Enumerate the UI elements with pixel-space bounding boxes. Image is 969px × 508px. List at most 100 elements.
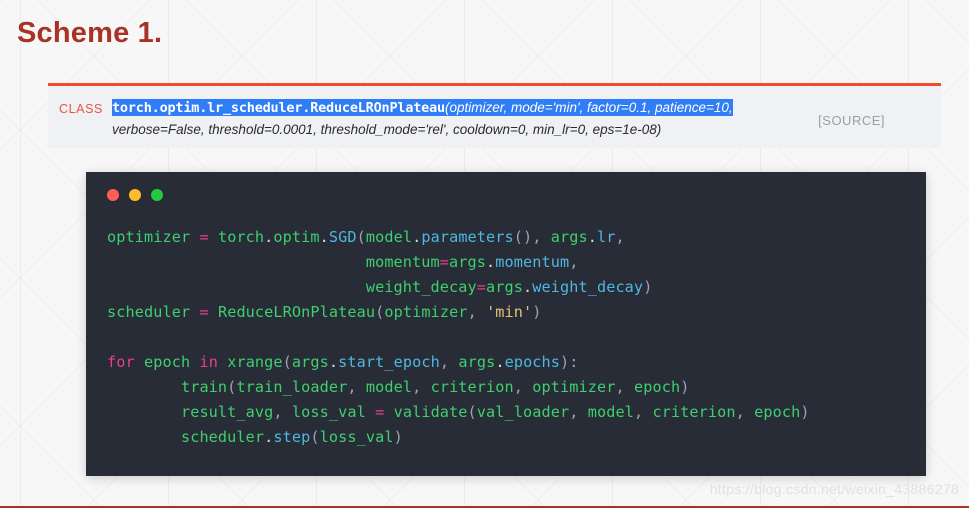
- code-token: (: [467, 403, 477, 421]
- code-token: ): [532, 303, 542, 321]
- code-token: =: [476, 278, 487, 296]
- signature-qualified-name: torch.optim.lr_scheduler.ReduceLROnPlate…: [112, 100, 445, 116]
- code-token: .: [495, 353, 505, 371]
- close-icon[interactable]: [107, 189, 119, 201]
- code-token: epochs: [504, 353, 561, 371]
- code-token: optim: [273, 228, 320, 246]
- api-signature-text: torch.optim.lr_scheduler.ReduceLROnPlate…: [112, 97, 821, 141]
- code-token: (: [310, 428, 320, 446]
- code-token: args: [291, 353, 329, 371]
- code-token: =: [439, 253, 450, 271]
- code-token: model: [365, 228, 413, 246]
- code-token: model: [587, 403, 634, 421]
- code-token: optimizer: [107, 228, 191, 246]
- code-token: ,: [615, 378, 634, 396]
- code-token: ,: [615, 228, 625, 246]
- page-title: Scheme 1.: [17, 17, 163, 49]
- code-token: .: [328, 353, 339, 371]
- signature-line-1-params: (optimizer, mode='min', factor=0.1, pati…: [444, 100, 733, 115]
- code-token: optimizer: [532, 378, 616, 396]
- watermark: https://blog.csdn.net/weixin_43886278: [709, 481, 959, 497]
- code-token: ,: [347, 378, 366, 396]
- code-token: momentum: [495, 253, 570, 271]
- slide-canvas: Scheme 1. CLASS torch.optim.lr_scheduler…: [0, 0, 969, 508]
- code-token: xrange: [227, 353, 283, 371]
- code-token: result_avg: [180, 403, 274, 421]
- code-token: args: [449, 253, 487, 271]
- code-block[interactable]: optimizer = torch.optim.SGD(model.parame…: [107, 225, 916, 450]
- code-token: (: [356, 228, 366, 246]
- code-token: ,: [412, 378, 431, 396]
- code-token: epoch: [143, 353, 191, 371]
- code-token: ,: [273, 403, 292, 421]
- code-token: ,: [633, 403, 653, 421]
- code-line: optimizer = torch.optim.SGD(model.parame…: [107, 225, 916, 250]
- api-signature-block: CLASS torch.optim.lr_scheduler.ReduceLRO…: [48, 83, 941, 148]
- code-token: ,: [467, 303, 487, 321]
- code-token: =: [375, 403, 385, 421]
- code-token: optimizer: [384, 303, 468, 321]
- code-token: .: [486, 253, 496, 271]
- code-token: =: [199, 228, 209, 246]
- code-token: weight_decay: [365, 278, 477, 296]
- code-token: .: [587, 228, 597, 246]
- code-token: train: [180, 378, 228, 396]
- code-token: ,: [513, 378, 533, 396]
- code-token: ): [643, 278, 653, 296]
- code-line: weight_decay=args.weight_decay): [107, 275, 916, 300]
- code-token: lr: [597, 228, 616, 246]
- maximize-icon[interactable]: [151, 189, 163, 201]
- code-token: parameters: [421, 228, 514, 246]
- code-token: for: [107, 353, 135, 371]
- code-token: args: [486, 278, 523, 296]
- signature-selection-highlight: torch.optim.lr_scheduler.ReduceLROnPlate…: [112, 99, 733, 116]
- code-token: train_loader: [236, 378, 348, 396]
- code-token: criterion: [652, 403, 736, 421]
- code-window: optimizer = torch.optim.SGD(model.parame…: [86, 172, 926, 476]
- code-token: ReduceLROnPlateau: [217, 303, 376, 321]
- signature-line-1: torch.optim.lr_scheduler.ReduceLROnPlate…: [112, 97, 821, 119]
- code-token: ):: [560, 353, 579, 371]
- code-token: ,: [569, 253, 579, 271]
- code-token: step: [273, 428, 311, 446]
- code-line: scheduler.step(loss_val): [107, 425, 916, 450]
- code-line: momentum=args.momentum,: [107, 250, 916, 275]
- code-line: result_avg, loss_val = validate(val_load…: [107, 400, 916, 425]
- code-token: criterion: [430, 378, 514, 396]
- code-token: args: [458, 353, 496, 371]
- source-link[interactable]: [SOURCE]: [818, 113, 885, 128]
- code-token: (: [282, 353, 292, 371]
- code-token: scheduler: [180, 428, 265, 446]
- code-token: (),: [513, 228, 551, 246]
- code-token: start_epoch: [338, 353, 440, 371]
- code-token: weight_decay: [532, 278, 644, 296]
- code-token: .: [523, 278, 533, 296]
- code-token: ): [393, 428, 403, 446]
- code-token: val_loader: [476, 403, 570, 421]
- code-token: epoch: [633, 378, 681, 396]
- code-token: ,: [735, 403, 755, 421]
- minimize-icon[interactable]: [129, 189, 141, 201]
- window-controls: [107, 189, 163, 201]
- code-token: in: [199, 353, 218, 371]
- code-token: model: [365, 378, 413, 396]
- code-line: train(train_loader, model, criterion, op…: [107, 375, 916, 400]
- code-token: ,: [439, 353, 459, 371]
- code-line: for epoch in xrange(args.start_epoch, ar…: [107, 350, 916, 375]
- code-token: (: [375, 303, 385, 321]
- code-token: .: [319, 228, 329, 246]
- code-token: =: [199, 303, 209, 321]
- code-token: ): [680, 378, 690, 396]
